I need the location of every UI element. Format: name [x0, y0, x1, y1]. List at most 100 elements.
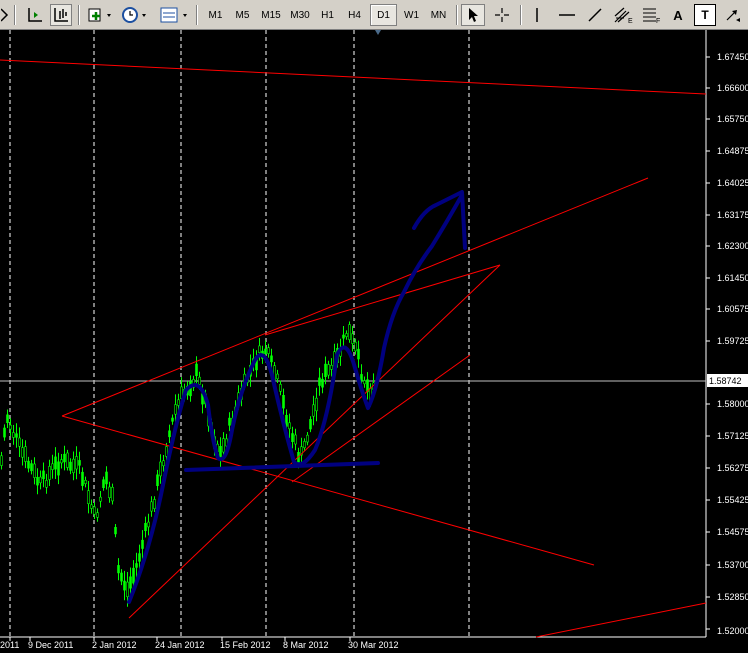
- timeframe-h1[interactable]: H1: [314, 4, 341, 26]
- new-chart-icon[interactable]: [86, 4, 116, 26]
- candle-body: [72, 458, 75, 474]
- timeframe-d1[interactable]: D1: [370, 4, 397, 26]
- candle-body: [51, 463, 54, 470]
- candle-body: [279, 384, 282, 392]
- timeframe-m1[interactable]: M1: [202, 4, 229, 26]
- candle-body: [102, 479, 105, 489]
- candle-body: [348, 324, 351, 340]
- text-label-tool-button[interactable]: T: [694, 4, 716, 26]
- toolbar: M1 M5 M15 M30 H1 H4 D1 W1 MN E F A T: [0, 0, 748, 30]
- fibonacci-icon[interactable]: F: [638, 4, 664, 26]
- candle-body: [357, 348, 360, 360]
- candle-body: [12, 432, 15, 438]
- timeframe-m5[interactable]: M5: [229, 4, 256, 26]
- candle-body: [324, 363, 327, 378]
- candle-body: [30, 463, 33, 472]
- candle-body: [270, 355, 273, 363]
- candle-body: [81, 471, 84, 486]
- candle-body: [162, 460, 165, 467]
- candle-body: [114, 526, 117, 535]
- price-tick-label: 1.60575: [717, 304, 748, 314]
- candle-body: [36, 476, 39, 486]
- candle-body: [327, 364, 330, 376]
- candle-body: [288, 422, 291, 430]
- candle-body: [90, 504, 93, 509]
- text-tool-button[interactable]: A: [667, 4, 689, 26]
- timeframe-m15[interactable]: M15: [256, 4, 286, 26]
- candle-body: [54, 456, 57, 470]
- candle-body: [141, 539, 144, 549]
- candle-body: [168, 430, 171, 438]
- price-tick-label: 1.67450: [717, 52, 748, 62]
- price-tick-label: 1.54575: [717, 527, 748, 537]
- candle-body: [153, 499, 156, 509]
- timeframe-h4[interactable]: H4: [341, 4, 368, 26]
- crosshair-icon[interactable]: [490, 4, 514, 26]
- candle-body: [63, 453, 66, 463]
- timeframe-m30[interactable]: M30: [285, 4, 315, 26]
- candle-body: [78, 460, 81, 466]
- candle-body: [195, 363, 198, 376]
- price-tick-label: 1.52000: [717, 626, 748, 636]
- candle-body: [105, 471, 108, 485]
- periodicity-clock-icon[interactable]: [120, 4, 152, 26]
- price-tick-label: 1.61450: [717, 273, 748, 283]
- chart-canvas: 1.67450 1.66600 1.65750 1.64875 1.64025 …: [0, 30, 748, 653]
- channel-icon[interactable]: E: [610, 4, 636, 26]
- candle-body: [144, 522, 147, 531]
- toolbar-separator: [456, 5, 458, 25]
- timeframe-w1[interactable]: W1: [398, 4, 425, 26]
- candle-body: [312, 404, 315, 417]
- candle-body: [99, 496, 102, 502]
- price-tick-label: 1.53700: [717, 560, 748, 570]
- candle-body: [123, 580, 126, 591]
- candle-body: [42, 470, 45, 480]
- price-tick-label: 1.66600: [717, 83, 748, 93]
- candle-body: [66, 452, 69, 468]
- price-tick-label: 1.59725: [717, 336, 748, 346]
- price-chart[interactable]: 1.67450 1.66600 1.65750 1.64875 1.64025 …: [0, 30, 748, 653]
- candle-body: [156, 474, 159, 486]
- arrows-icon[interactable]: [722, 4, 744, 26]
- price-tick-label: 1.58000: [717, 399, 748, 409]
- candle-body: [264, 348, 267, 354]
- candle-body: [48, 466, 51, 480]
- candle-body: [306, 434, 309, 443]
- candle-body: [93, 506, 96, 515]
- candle-body: [351, 333, 354, 344]
- date-tick-label: 8 Mar 2012: [283, 640, 329, 650]
- candle-body: [3, 427, 6, 438]
- candle-body: [360, 374, 363, 382]
- autoscroll-icon[interactable]: [50, 4, 72, 26]
- price-tick-label: 1.62300: [717, 241, 748, 251]
- candle-body: [318, 377, 321, 386]
- candle-body: [132, 567, 135, 584]
- price-tick-label: 1.64875: [717, 146, 748, 156]
- trendline-icon[interactable]: [583, 4, 607, 26]
- candle-body: [84, 479, 87, 484]
- chart-shift-icon[interactable]: [24, 4, 46, 26]
- cursor-icon[interactable]: [461, 4, 485, 26]
- current-price-label: 1.58742: [709, 376, 742, 386]
- candle-body: [57, 461, 60, 476]
- date-tick-label: 15 Feb 2012: [220, 640, 271, 650]
- candle-body: [15, 433, 18, 438]
- candle-body: [60, 459, 63, 464]
- vertical-line-icon[interactable]: [526, 4, 548, 26]
- price-tick-label: 1.57125: [717, 431, 748, 441]
- toolbar-separator: [78, 5, 80, 25]
- horizontal-line-icon[interactable]: [555, 4, 579, 26]
- zoom-icon[interactable]: [0, 4, 10, 26]
- templates-icon[interactable]: [158, 4, 192, 26]
- candle-body: [363, 380, 366, 385]
- price-tick-label: 1.52850: [717, 592, 748, 602]
- date-tick-label: 2 Jan 2012: [92, 640, 137, 650]
- svg-text:E: E: [628, 18, 633, 24]
- candle-body: [27, 460, 30, 469]
- candle-body: [117, 565, 120, 574]
- timeframe-mn[interactable]: MN: [425, 4, 452, 26]
- candle-body: [96, 512, 99, 518]
- candle-body: [345, 333, 348, 337]
- candle-body: [291, 433, 294, 442]
- candle-body: [303, 441, 306, 449]
